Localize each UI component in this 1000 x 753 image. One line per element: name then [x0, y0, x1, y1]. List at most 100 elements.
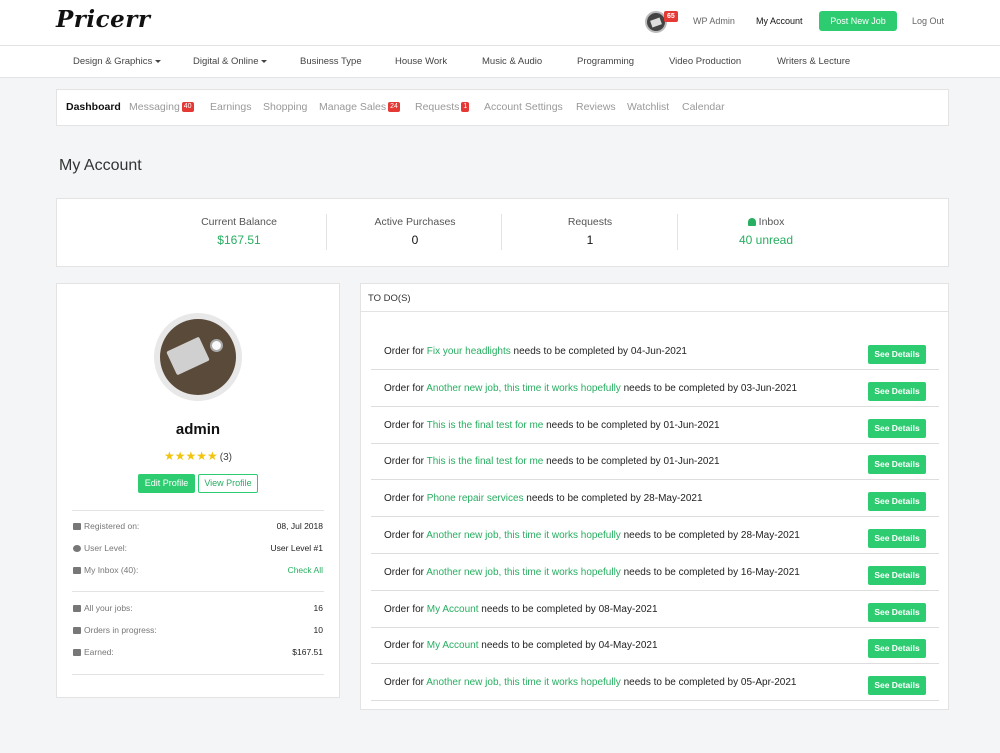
wp-admin-link[interactable]: WP Admin: [693, 16, 735, 26]
todo-date: 28-May-2021: [740, 530, 800, 541]
see-details-button[interactable]: See Details: [868, 418, 926, 438]
todo-job-link[interactable]: Another new job, this time it works hope…: [426, 383, 621, 394]
money-icon: [73, 649, 81, 656]
tab-dashboard[interactable]: Dashboard: [66, 101, 121, 113]
manage-sales-badge: 24: [388, 102, 400, 113]
stat-label: Current Balance: [201, 216, 277, 228]
folder-icon: [73, 605, 81, 612]
messaging-badge: 40: [181, 102, 194, 113]
todo-job-link[interactable]: This is the final test for me: [427, 420, 544, 431]
see-details-button[interactable]: See Details: [868, 529, 926, 548]
category-business-type[interactable]: Business Type: [300, 56, 362, 67]
tab-calendar[interactable]: Calendar: [682, 101, 725, 113]
tab-reviews[interactable]: Reviews: [576, 101, 616, 113]
cup-graphic: [210, 339, 223, 352]
category-music-audio[interactable]: Music & Audio: [482, 56, 542, 67]
star-rating-icon: ★★★★★: [163, 449, 218, 463]
post-new-job-button[interactable]: Post New Job: [819, 11, 897, 31]
tab-watchlist[interactable]: Watchlist: [627, 101, 669, 113]
todo-job-link[interactable]: Phone repair services: [427, 493, 524, 504]
site-logo[interactable]: Pricerr: [56, 6, 151, 33]
tab-requests[interactable]: Requests 1: [415, 101, 470, 113]
todo-row: Order for This is the final test for me …: [371, 407, 939, 444]
edit-profile-button[interactable]: Edit Profile: [138, 474, 195, 493]
folder-icon: [73, 627, 81, 634]
todo-date: 04-May-2021: [598, 640, 658, 652]
view-profile-button[interactable]: View Profile: [198, 474, 258, 493]
todo-row: Order for Another new job, this time it …: [371, 517, 939, 554]
gear-icon: [73, 545, 81, 552]
stat-current-balance: Current Balance $167.51: [151, 199, 327, 268]
todo-header: TO DO(S): [361, 284, 948, 312]
stat-active-purchases: Active Purchases 0: [327, 199, 503, 268]
see-details-button[interactable]: See Details: [868, 455, 926, 475]
tab-manage-sales[interactable]: Manage Sales 24: [319, 101, 400, 113]
stat-requests: Requests 1: [502, 199, 678, 268]
tab-messaging[interactable]: Messaging 40: [129, 101, 194, 113]
divider: [72, 674, 324, 675]
see-details-button[interactable]: See Details: [868, 639, 926, 659]
todo-job-link[interactable]: My Account: [427, 604, 479, 615]
rating-count: (3): [219, 452, 233, 463]
todo-date: 01-Jun-2021: [663, 456, 720, 468]
todo-date: 28-May-2021: [643, 493, 703, 505]
stat-value: 1: [586, 233, 594, 247]
category-digital-online[interactable]: Digital & Online: [193, 56, 268, 67]
profile-card: admin ★★★★★ (3) Edit Profile View Profile…: [56, 283, 340, 698]
notification-badge[interactable]: 65: [664, 11, 678, 22]
todo-title: TO DO(S): [368, 293, 411, 304]
tab-account-settings[interactable]: Account Settings: [484, 101, 563, 113]
todo-date: 08-May-2021: [598, 603, 658, 615]
profile-username: admin: [175, 421, 221, 438]
todo-job-link[interactable]: Fix your headlights: [427, 346, 511, 357]
stat-value: $167.51: [217, 233, 261, 247]
see-details-button[interactable]: See Details: [868, 602, 926, 622]
stat-value[interactable]: 40 unread: [678, 233, 854, 247]
todo-text: Order for Another new job, this time it …: [384, 382, 798, 394]
todo-text: Order for This is the final test for me …: [384, 456, 720, 468]
todo-job-link[interactable]: My Account: [427, 640, 479, 651]
envelope-icon: [73, 567, 81, 574]
see-details-button[interactable]: See Details: [868, 676, 926, 696]
account-stats: Current Balance $167.51 Active Purchases…: [56, 198, 949, 267]
todo-row: Order for Phone repair services needs to…: [371, 480, 939, 518]
see-details-button[interactable]: See Details: [868, 565, 926, 585]
laptop-graphic: [166, 336, 210, 376]
todo-job-link[interactable]: This is the final test for me: [427, 456, 544, 467]
todo-row: Order for My Account needs to be complet…: [371, 591, 939, 628]
category-nav: Design & Graphics Digital & Online Busin…: [0, 46, 1000, 78]
see-details-button[interactable]: See Details: [868, 381, 926, 401]
todo-row: Order for Fix your headlights needs to b…: [371, 333, 939, 370]
bell-icon: [747, 218, 756, 226]
todo-job-link[interactable]: Another new job, this time it works hope…: [426, 677, 621, 688]
category-house-work[interactable]: House Work: [395, 56, 447, 67]
category-programming[interactable]: Programming: [577, 56, 634, 67]
see-details-button[interactable]: See Details: [868, 492, 926, 512]
todo-text: Order for Another new job, this time it …: [384, 677, 797, 689]
tab-earnings[interactable]: Earnings: [210, 101, 251, 113]
divider: [72, 510, 324, 511]
requests-badge: 1: [461, 102, 470, 113]
caret-down-icon: [261, 59, 268, 63]
check-all-link[interactable]: Check All: [288, 565, 323, 575]
stat-label: Requests: [567, 216, 613, 228]
tab-shopping[interactable]: Shopping: [263, 101, 307, 113]
todo-date: 01-Jun-2021: [663, 419, 720, 431]
my-account-link[interactable]: My Account: [756, 16, 803, 26]
category-writers-lecture[interactable]: Writers & Lecture: [777, 56, 850, 67]
todo-date: 16-May-2021: [740, 566, 800, 578]
todo-job-link[interactable]: Another new job, this time it works hope…: [426, 530, 621, 541]
stat-inbox[interactable]: Inbox 40 unread: [678, 199, 854, 268]
logout-link[interactable]: Log Out: [912, 16, 944, 26]
category-video-production[interactable]: Video Production: [669, 56, 741, 67]
todo-job-link[interactable]: Another new job, this time it works hope…: [426, 567, 621, 578]
stat-label: Active Purchases: [374, 216, 456, 228]
todo-panel: TO DO(S) Order for Fix your headlights n…: [360, 283, 949, 710]
todo-text: Order for This is the final test for me …: [384, 419, 720, 431]
see-details-button[interactable]: See Details: [868, 345, 926, 364]
todo-text: Order for My Account needs to be complet…: [384, 640, 658, 652]
category-design-graphics[interactable]: Design & Graphics: [73, 56, 162, 67]
todo-text: Order for Another new job, this time it …: [384, 530, 800, 541]
todo-date: 04-Jun-2021: [630, 346, 687, 357]
profile-rating: ★★★★★ (3): [57, 449, 339, 463]
